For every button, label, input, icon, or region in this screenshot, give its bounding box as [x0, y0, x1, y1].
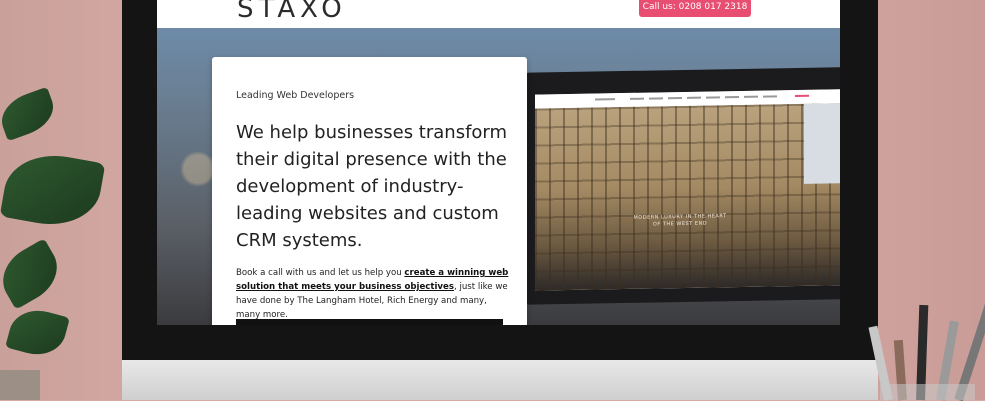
hero-card: Leading Web Developers We help businesse… — [212, 57, 527, 325]
hero-body: Book a call with us and let us help you … — [236, 266, 511, 322]
laptop-screen: MODERN LUXURY IN THE HEART OF THE WEST E… — [535, 89, 840, 291]
pencil-cup — [880, 384, 975, 400]
hotel-sky — [804, 103, 840, 184]
hero-body-prefix: Book a call with us and let us help you — [236, 268, 405, 278]
plant-pot — [0, 370, 40, 400]
monitor-screen: STAXO Call us: 0208 017 2318 MODERN LUXU… — [157, 0, 840, 325]
hotel-photo — [535, 103, 840, 291]
hero-eyebrow: Leading Web Developers — [236, 90, 355, 101]
mockup-caption: MODERN LUXURY IN THE HEART OF THE WEST E… — [625, 213, 735, 229]
site-logo[interactable]: STAXO — [237, 0, 347, 24]
hero-headline: We help businesses transform their digit… — [236, 122, 508, 251]
pencil-cup-photo — [868, 300, 985, 401]
plant-photo — [0, 80, 130, 400]
hero-cta-button[interactable] — [236, 319, 503, 325]
laptop-mockup: MODERN LUXURY IN THE HEART OF THE WEST E… — [525, 67, 840, 305]
call-us-button[interactable]: Call us: 0208 017 2318 — [639, 0, 751, 17]
site-header: STAXO Call us: 0208 017 2318 — [157, 0, 840, 28]
monitor-chin — [122, 360, 878, 400]
